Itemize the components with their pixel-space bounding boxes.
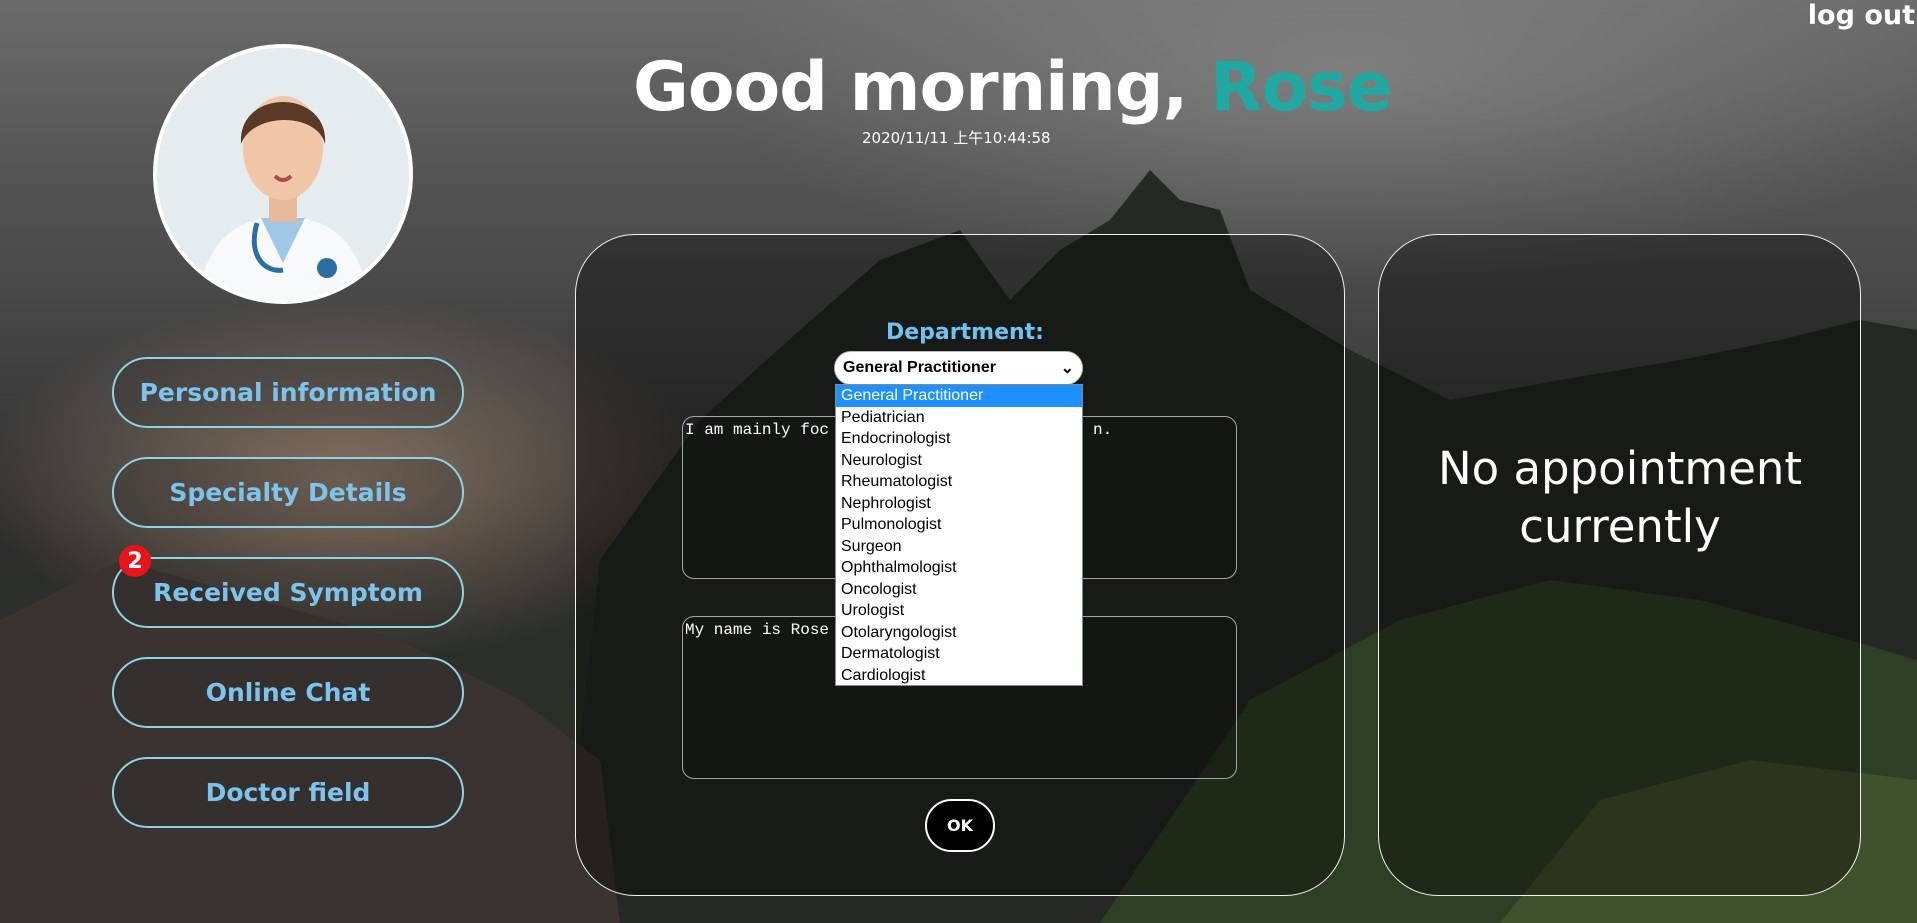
doctor-portrait-icon	[157, 48, 409, 300]
department-dropdown-list: General Practitioner Pediatrician Endocr…	[835, 384, 1083, 686]
sidebar-item-personal-information[interactable]: Personal information	[112, 357, 464, 428]
department-option[interactable]: General Practitioner	[836, 385, 1082, 407]
department-option[interactable]: Endocrinologist	[836, 428, 1082, 450]
sidebar-item-received-symptom[interactable]: Received Symptom	[112, 557, 464, 628]
department-option[interactable]: Pediatrician	[836, 407, 1082, 429]
no-appointment-line2: currently	[1519, 500, 1721, 553]
department-option[interactable]: Cardiologist	[836, 665, 1082, 687]
textarea1-text: I am mainly foc	[685, 421, 830, 439]
chevron-down-icon: ⌄	[1060, 360, 1074, 377]
department-option[interactable]: Urologist	[836, 600, 1082, 622]
no-appointment-line1: No appointment	[1437, 442, 1803, 495]
sidebar-item-specialty-details[interactable]: Specialty Details	[112, 457, 464, 528]
department-option[interactable]: Pulmonologist	[836, 514, 1082, 536]
department-option[interactable]: Nephrologist	[836, 493, 1082, 515]
sidebar-item-online-chat[interactable]: Online Chat	[112, 657, 464, 728]
logout-link[interactable]: log out	[1808, 0, 1915, 31]
appointments-panel	[1378, 234, 1861, 896]
department-option[interactable]: Dermatologist	[836, 643, 1082, 665]
department-label: Department:	[886, 320, 1044, 345]
datetime: 2020/11/11 上午10:44:58	[862, 129, 1051, 147]
greeting-prefix: Good morning,	[633, 48, 1211, 127]
department-option[interactable]: Ophthalmologist	[836, 557, 1082, 579]
department-select[interactable]: General Practitioner ⌄	[834, 351, 1083, 385]
department-option[interactable]: Surgeon	[836, 536, 1082, 558]
department-option[interactable]: Rheumatologist	[836, 471, 1082, 493]
ok-button[interactable]: OK	[925, 799, 995, 852]
page-title: Good morning, Rose	[633, 48, 1393, 127]
sidebar-item-doctor-field[interactable]: Doctor field	[112, 757, 464, 828]
textarea2-text: My name is Rose	[685, 621, 830, 639]
department-option[interactable]: Oncologist	[836, 579, 1082, 601]
department-option[interactable]: Neurologist	[836, 450, 1082, 472]
department-selected-value: General Practitioner	[843, 359, 996, 376]
avatar	[153, 44, 413, 304]
user-name: Rose	[1210, 48, 1393, 127]
department-option[interactable]: Otolaryngologist	[836, 622, 1082, 644]
no-appointment-message: No appointment currently	[1380, 440, 1860, 556]
notification-badge: 2	[119, 545, 151, 577]
textarea1-tail: n.	[1093, 421, 1113, 439]
